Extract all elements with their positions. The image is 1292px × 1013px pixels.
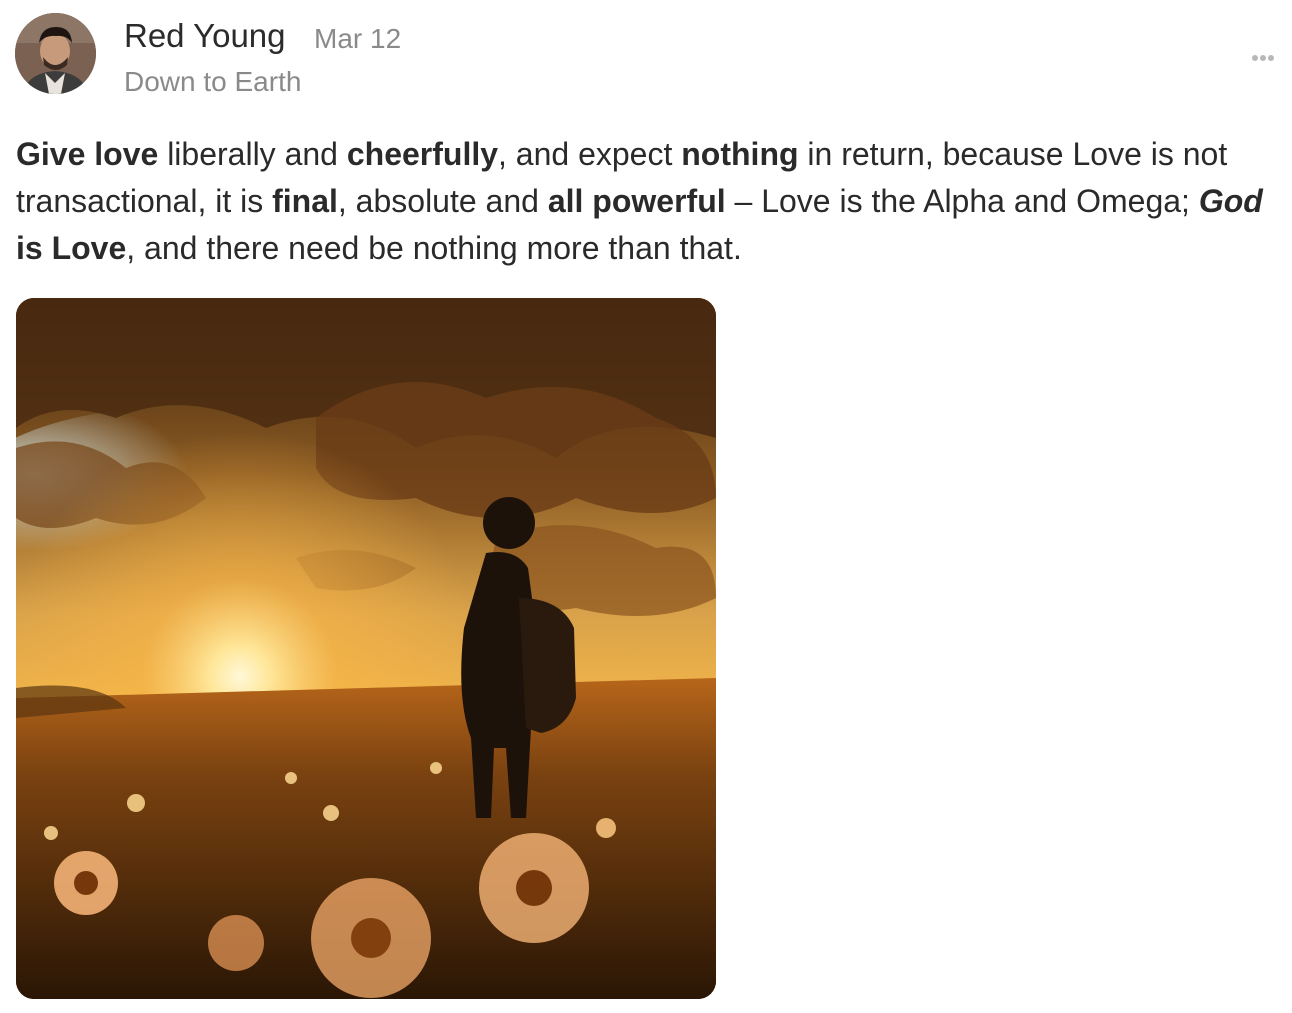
post-body-segment: God — [1198, 183, 1263, 219]
post-image[interactable] — [16, 298, 716, 999]
author-name[interactable]: Red Young — [124, 17, 286, 55]
post-body-segment: Give love — [16, 136, 159, 172]
post-card: Red Young Mar 12 Down to Earth Give love… — [0, 0, 1292, 1013]
person-avatar-icon — [15, 13, 96, 94]
post-body-text: Give love liberally and cheerfully, and … — [16, 131, 1278, 272]
post-body-segment: final — [272, 183, 338, 219]
post-date[interactable]: Mar 12 — [314, 23, 401, 55]
post-body-segment: nothing — [681, 136, 799, 172]
post-body-segment: all powerful — [547, 183, 726, 219]
post-body-segment: – Love is the Alpha and Omega; — [725, 183, 1199, 219]
sunset-field-image — [16, 298, 716, 999]
post-body-segment: liberally and — [158, 136, 347, 172]
author-avatar[interactable] — [15, 13, 96, 94]
space-name[interactable]: Down to Earth — [124, 66, 301, 98]
more-options-button[interactable] — [1246, 44, 1280, 72]
post-body-segment: is Love — [16, 230, 127, 266]
post-body-segment: , absolute and — [337, 183, 548, 219]
post-body-segment: , and there need be nothing more than th… — [126, 230, 742, 266]
post-body-segment: cheerfully — [346, 136, 499, 172]
post-body-segment: , and expect — [498, 136, 682, 172]
